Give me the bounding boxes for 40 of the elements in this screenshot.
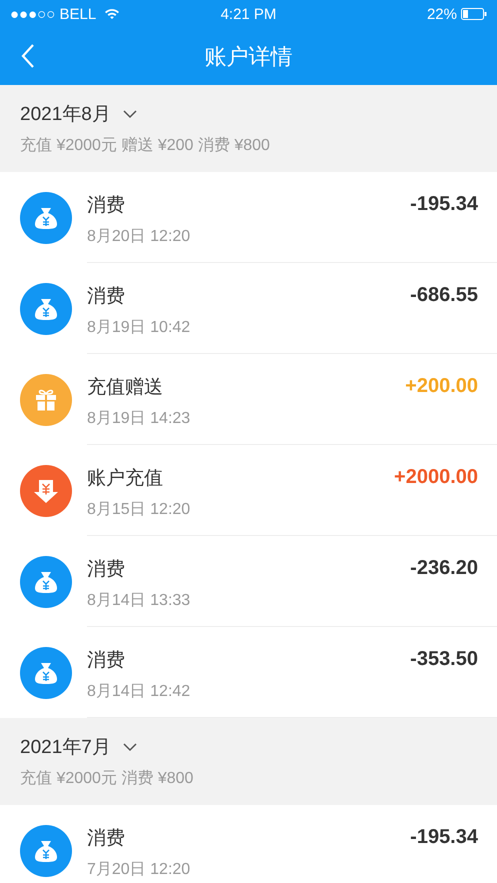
record-title: 消费 [87,649,126,673]
money-bag-icon [20,192,72,244]
gift-icon [20,374,72,426]
money-bag-icon [20,646,72,698]
record-title: 充值赠送 [87,376,164,400]
carrier-signal: ●●●○○ BELL [10,6,96,22]
record-time: 8月14日 12:42 [87,682,190,702]
money-bag-icon [20,824,72,876]
battery-icon [461,8,487,20]
month-summary: 充值 ¥2000元 消费 ¥800 [20,768,194,789]
record-amount: -195.34 [410,826,478,849]
record-amount: -686.55 [410,284,478,307]
chevron-icon[interactable] [122,742,137,752]
record-title: 消费 [87,285,126,309]
record-amount: -353.50 [410,648,478,671]
record-time: 8月19日 10:42 [87,318,190,338]
month-title[interactable]: 2021年8月 [20,101,111,127]
chevron-icon[interactable] [122,110,137,118]
record-time: 8月14日 13:33 [87,591,190,611]
record-title: 消费 [87,558,126,582]
record-time: 8月19日 14:23 [87,409,190,429]
record-time: 7月20日 12:20 [87,860,190,880]
record-title: 消费 [87,194,126,218]
record-time: 8月20日 12:20 [87,227,190,247]
money-bag-icon [20,556,72,608]
month-summary: 充值 ¥2000元 赠送 ¥200 消费 ¥800 [20,136,271,156]
month-title[interactable]: 2021年7月 [20,734,111,760]
status-time: 4:21 PM [220,6,276,22]
record-amount: -236.20 [410,557,478,580]
record-amount: -195.34 [410,193,478,216]
page-title: 账户详情 [204,42,292,70]
wifi-icon [104,8,120,20]
record-amount: +200.00 [405,375,478,398]
record-title: 账户充值 [87,467,164,491]
record-time: 8月15日 12:20 [87,500,190,520]
battery-percent: 22% [426,6,457,22]
back-icon[interactable] [21,43,35,69]
money-bag-icon [20,282,72,334]
record-amount: +2000.00 [394,466,478,489]
record-title: 消费 [87,827,126,851]
